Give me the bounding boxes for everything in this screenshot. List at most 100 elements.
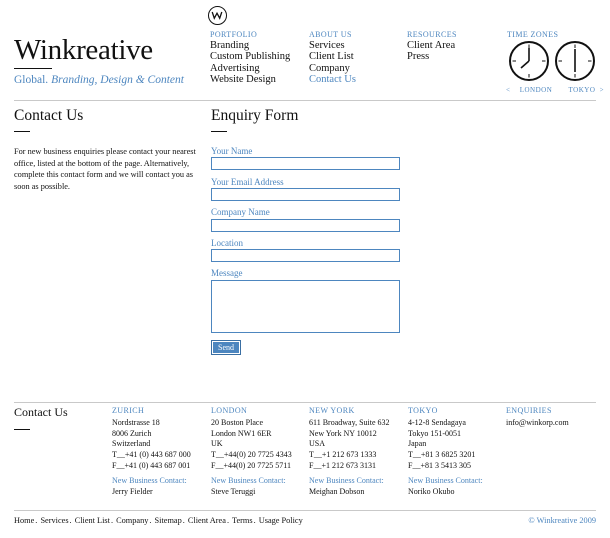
footer-link-services[interactable]: Services bbox=[40, 516, 68, 525]
nav-item-custom-publishing[interactable]: Custom Publishing bbox=[210, 51, 290, 62]
contact-heading: Contact Us bbox=[14, 107, 84, 124]
office-nbc-label: New Business Contact: bbox=[112, 475, 187, 485]
bottom-divider bbox=[14, 510, 596, 511]
message-label: Message bbox=[211, 268, 243, 278]
office-fax: F__+44(0) 20 7725 5711 bbox=[211, 460, 291, 470]
nav-item-company[interactable]: Company bbox=[309, 63, 356, 74]
name-label: Your Name bbox=[211, 146, 253, 156]
tokyo-label: TOKYO bbox=[568, 86, 596, 94]
office-nbc-name: Noriko Okubo bbox=[408, 486, 455, 496]
time-zones-title: TIME ZONES bbox=[507, 30, 559, 39]
brand-divider bbox=[14, 68, 52, 69]
location-input[interactable] bbox=[211, 249, 400, 262]
office-city: ZURICH bbox=[112, 406, 145, 415]
nav-item-services[interactable]: Services bbox=[309, 40, 356, 51]
office-nbc-name: Meighan Dobson bbox=[309, 486, 365, 496]
timezone-next-button[interactable]: > bbox=[600, 86, 604, 94]
tagline: Global. Branding, Design & Content bbox=[14, 74, 184, 86]
office-new-york: NEW YORK 611 Broadway, Suite 632 New Yor… bbox=[309, 406, 390, 497]
office-address-line: London NW1 6ER bbox=[211, 428, 272, 438]
office-nbc-label: New Business Contact: bbox=[309, 475, 384, 485]
form-heading-rule bbox=[211, 131, 227, 132]
office-fax: F__+1 212 673 3131 bbox=[309, 460, 376, 470]
location-label: Location bbox=[211, 238, 243, 248]
contact-heading-rule bbox=[14, 131, 30, 132]
office-fax: F__+41 (0) 443 687 001 bbox=[112, 460, 191, 470]
company-input[interactable] bbox=[211, 219, 400, 232]
office-address-line: Nordstrasse 18 bbox=[112, 417, 160, 427]
london-label: LONDON bbox=[519, 86, 553, 94]
footer-divider bbox=[14, 402, 596, 403]
name-input[interactable] bbox=[211, 157, 400, 170]
office-phone: T__+44(0) 20 7725 4343 bbox=[211, 450, 292, 460]
office-address-line: UK bbox=[211, 439, 223, 449]
email-label: Your Email Address bbox=[211, 177, 284, 187]
nav-item-press[interactable]: Press bbox=[407, 51, 457, 62]
office-phone: T__+1 212 673 1333 bbox=[309, 450, 377, 460]
office-fax: F__+81 3 5413 305 bbox=[408, 460, 471, 470]
office-address-line: Switzerland bbox=[112, 439, 151, 449]
nav-item-client-area[interactable]: Client Area bbox=[407, 40, 457, 51]
nav-resources-title: RESOURCES bbox=[407, 30, 457, 39]
footer-link-sitemap[interactable]: Sitemap bbox=[155, 516, 182, 525]
nav-item-website-design[interactable]: Website Design bbox=[210, 74, 290, 85]
nav-item-client-list[interactable]: Client List bbox=[309, 51, 356, 62]
office-nbc-name: Jerry Fielder bbox=[112, 486, 153, 496]
office-london: LONDON 20 Boston Place London NW1 6ER UK… bbox=[211, 406, 292, 497]
nav-about-us-title: ABOUT US bbox=[309, 30, 352, 39]
office-nbc-label: New Business Contact: bbox=[408, 475, 483, 485]
nav-item-advertising[interactable]: Advertising bbox=[210, 63, 290, 74]
footer-heading-rule bbox=[14, 429, 30, 430]
office-address-line: 20 Boston Place bbox=[211, 417, 263, 427]
london-clock-icon bbox=[509, 41, 549, 81]
footer-link-client-area[interactable]: Client Area bbox=[188, 516, 226, 525]
office-address-line: 4-12-8 Sendagaya bbox=[408, 417, 466, 427]
office-city: NEW YORK bbox=[309, 406, 355, 415]
office-city: LONDON bbox=[211, 406, 248, 415]
office-address-line: 611 Broadway, Suite 632 bbox=[309, 417, 390, 427]
footer-links: Home. Services. Client List. Company. Si… bbox=[14, 516, 303, 525]
office-address-line: New York NY 10012 bbox=[309, 428, 377, 438]
enquiries-title: ENQUIRIES bbox=[506, 406, 552, 415]
contact-intro: For new business enquiries please contac… bbox=[14, 147, 196, 191]
email-input[interactable] bbox=[211, 188, 400, 201]
timezone-prev-button[interactable]: < bbox=[506, 86, 510, 94]
logo-mark-icon[interactable] bbox=[208, 6, 227, 25]
office-zurich: ZURICH Nordstrasse 18 8006 Zurich Switze… bbox=[112, 406, 191, 497]
office-address-line: Japan bbox=[408, 439, 427, 449]
form-heading: Enquiry Form bbox=[211, 107, 299, 124]
footer-link-client-list[interactable]: Client List bbox=[75, 516, 110, 525]
nav-portfolio: PORTFOLIO Branding Custom Publishing Adv… bbox=[210, 30, 290, 86]
nav-portfolio-title: PORTFOLIO bbox=[210, 30, 258, 39]
footer-link-home[interactable]: Home bbox=[14, 516, 34, 525]
footer-link-usage-policy[interactable]: Usage Policy bbox=[259, 516, 303, 525]
header-divider bbox=[14, 100, 596, 101]
office-tokyo: TOKYO 4-12-8 Sendagaya Tokyo 151-0051 Ja… bbox=[408, 406, 483, 497]
nav-about-us: ABOUT US Services Client List Company Co… bbox=[309, 30, 356, 86]
enquiries-email-link[interactable]: info@winkorp.com bbox=[506, 418, 569, 427]
nav-resources: RESOURCES Client Area Press bbox=[407, 30, 457, 63]
office-enquiries: ENQUIRIES info@winkorp.com bbox=[506, 406, 569, 429]
send-button[interactable]: Send bbox=[211, 340, 241, 355]
office-address-line: USA bbox=[309, 439, 326, 449]
nav-item-branding[interactable]: Branding bbox=[210, 40, 290, 51]
office-address-line: Tokyo 151-0051 bbox=[408, 428, 461, 438]
tagline-rest: Branding, Design & Content bbox=[51, 74, 184, 86]
tokyo-clock-icon bbox=[555, 41, 595, 81]
office-nbc-name: Steve Teruggi bbox=[211, 486, 256, 496]
footer-link-company[interactable]: Company bbox=[116, 516, 148, 525]
tagline-prefix: Global. bbox=[14, 74, 49, 86]
clock-labels: < LONDON TOKYO > bbox=[506, 86, 606, 94]
office-city: TOKYO bbox=[408, 406, 438, 415]
copyright: © Winkreative 2009 bbox=[528, 516, 596, 525]
office-nbc-label: New Business Contact: bbox=[211, 475, 286, 485]
company-label: Company Name bbox=[211, 207, 270, 217]
office-phone: T__+81 3 6825 3201 bbox=[408, 450, 476, 460]
message-textarea[interactable] bbox=[211, 280, 400, 333]
nav-item-contact-us[interactable]: Contact Us bbox=[309, 74, 356, 85]
footer-contact-heading: Contact Us bbox=[14, 405, 68, 419]
brand-name[interactable]: Winkreative bbox=[14, 34, 153, 67]
office-address-line: 8006 Zurich bbox=[112, 428, 152, 438]
footer-link-terms[interactable]: Terms bbox=[232, 516, 253, 525]
office-phone: T__+41 (0) 443 687 000 bbox=[112, 450, 191, 460]
